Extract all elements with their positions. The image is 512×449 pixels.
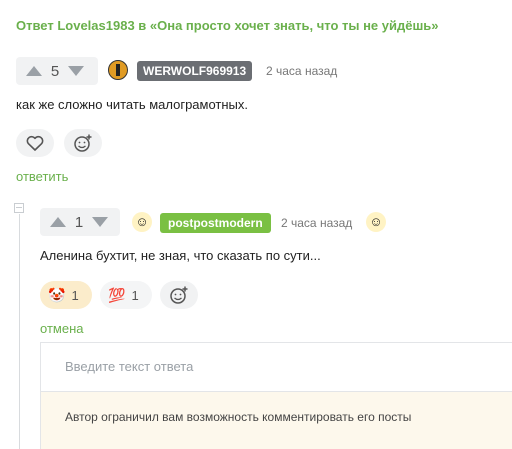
clown-icon: 🤡 (48, 286, 66, 303)
restriction-notice-text: Автор ограничил вам возможность комменти… (65, 410, 412, 424)
vote-widget: 5 (16, 57, 98, 85)
add-reaction-button[interactable] (64, 129, 102, 157)
vote-count: 1 (74, 213, 84, 231)
reply-link[interactable]: ответить (16, 169, 68, 184)
reaction-count: 1 (71, 287, 79, 303)
username-badge[interactable]: WERWOLF969913 (137, 61, 253, 81)
like-button[interactable] (16, 129, 54, 157)
downvote-icon[interactable] (68, 66, 84, 76)
avatar[interactable] (108, 60, 128, 80)
reaction-hundred[interactable]: 💯 1 (100, 281, 152, 309)
author-badge-icon: ☺ (366, 212, 386, 232)
comment-text: Аленина бухтит, не зная, что сказать по … (40, 248, 321, 263)
hundred-icon: 💯 (108, 286, 126, 303)
add-emoji-icon (74, 134, 92, 152)
username-badge[interactable]: postpostmodern (160, 213, 271, 233)
comment-text: как же сложно читать малограмотных. (16, 97, 249, 112)
avatar[interactable]: ☺ (132, 212, 152, 232)
add-reaction-button[interactable] (160, 281, 198, 309)
downvote-icon[interactable] (92, 217, 108, 227)
thread-line[interactable] (19, 214, 20, 449)
comment-timestamp: 2 часа назад (266, 64, 338, 78)
collapse-thread-icon[interactable] (14, 203, 24, 213)
reply-header-link[interactable]: Ответ Lovelas1983 в «Она просто хочет зн… (16, 18, 439, 33)
reaction-count: 1 (131, 287, 139, 303)
upvote-icon[interactable] (26, 66, 42, 76)
vote-widget: 1 (40, 208, 120, 236)
vote-count: 5 (50, 62, 60, 80)
cancel-link[interactable]: отмена (40, 321, 83, 336)
reply-input[interactable]: Введите текст ответа (40, 342, 512, 392)
heart-icon (26, 135, 44, 151)
restriction-notice: Автор ограничил вам возможность комменти… (40, 392, 512, 449)
upvote-icon[interactable] (50, 217, 66, 227)
comments-page: Ответ Lovelas1983 в «Она просто хочет зн… (0, 0, 512, 449)
reply-placeholder: Введите текст ответа (65, 359, 194, 374)
add-emoji-icon (170, 286, 188, 304)
reaction-clown[interactable]: 🤡 1 (40, 281, 92, 309)
comment-timestamp: 2 часа назад (281, 216, 353, 230)
